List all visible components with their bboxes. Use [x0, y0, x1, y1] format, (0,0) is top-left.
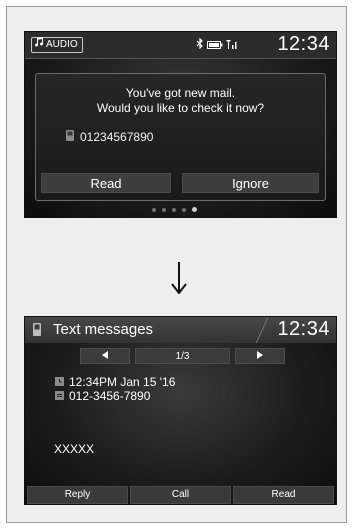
new-mail-screen: AUDIO 12:34 You've got new mail. Would y…	[24, 31, 337, 218]
dialog-message-line-1: You've got new mail.	[125, 86, 236, 100]
clock-icon	[55, 375, 64, 389]
down-arrow-icon	[171, 262, 187, 299]
page-dot	[162, 208, 166, 212]
page-dot	[172, 208, 176, 212]
status-icons	[196, 36, 238, 54]
message-sender: 012-3456-7890	[69, 389, 151, 403]
prev-arrow-icon	[101, 350, 109, 362]
page-counter: 1/3	[135, 348, 230, 364]
sender-row: 01234567890	[66, 130, 153, 144]
action-bar: Reply Call Read	[25, 486, 336, 504]
previous-message-button[interactable]	[80, 348, 130, 364]
status-bar: AUDIO 12:34	[25, 32, 336, 59]
page-dot-active	[192, 207, 197, 212]
call-button[interactable]: Call	[130, 486, 231, 504]
page-dot	[152, 208, 156, 212]
read-button[interactable]: Read	[233, 486, 334, 504]
new-mail-dialog: You've got new mail. Would you like to c…	[35, 73, 326, 201]
page-indicator	[152, 207, 197, 212]
battery-icon	[207, 36, 223, 54]
music-note-icon	[34, 37, 44, 53]
phone-icon	[66, 130, 74, 144]
sender-row: 012-3456-7890	[55, 389, 150, 403]
message-timestamp: 12:34PM Jan 15 '16	[69, 375, 176, 389]
contact-icon	[55, 389, 64, 403]
header-divider	[256, 317, 268, 343]
page-dot	[182, 208, 186, 212]
sender-number: 01234567890	[80, 130, 154, 144]
audio-label: AUDIO	[46, 39, 78, 50]
timestamp-row: 12:34PM Jan 15 '16	[55, 375, 175, 389]
dialog-message-line-2: Would you like to check it now?	[96, 101, 265, 115]
ignore-button[interactable]: Ignore	[182, 173, 319, 193]
signal-icon	[226, 36, 238, 54]
audio-button[interactable]: AUDIO	[31, 37, 83, 53]
clock: 12:34	[277, 33, 330, 55]
text-messages-screen: Text messages 12:34 1/3 12:34PM Jan 15 '…	[24, 316, 337, 505]
screen-title: Text messages	[53, 321, 154, 338]
bluetooth-icon	[196, 36, 204, 54]
message-body: XXXXX	[54, 442, 95, 456]
header: Text messages 12:34	[25, 317, 336, 343]
read-button[interactable]: Read	[41, 173, 171, 193]
reply-button[interactable]: Reply	[27, 486, 128, 504]
next-arrow-icon	[256, 350, 264, 362]
next-message-button[interactable]	[235, 348, 285, 364]
message-navigation: 1/3	[25, 348, 336, 364]
phone-icon	[33, 323, 41, 341]
clock: 12:34	[277, 318, 330, 340]
